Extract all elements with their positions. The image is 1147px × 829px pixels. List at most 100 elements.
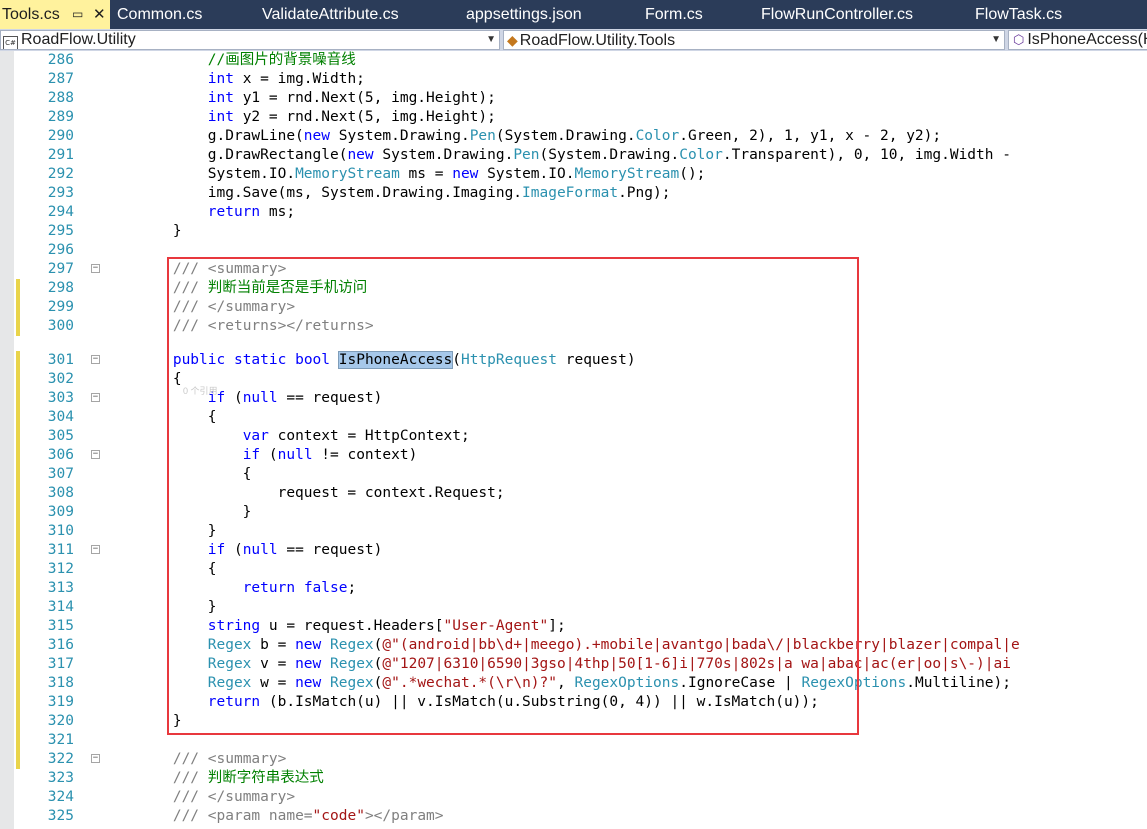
code-text[interactable]: }	[103, 222, 182, 241]
code-line[interactable]: 293 img.Save(ms, System.Drawing.Imaging.…	[0, 184, 1147, 203]
line-number: 325	[47, 808, 74, 824]
collapse-icon[interactable]: −	[91, 355, 100, 364]
csharp-project-icon: C#	[3, 36, 18, 49]
line-number: 309	[47, 504, 74, 520]
line-number: 308	[47, 485, 74, 501]
tab-label: FlowRunController.cs	[761, 6, 914, 23]
line-number: 322	[47, 751, 74, 767]
line-number: 314	[47, 599, 74, 615]
tab-appsettings-json[interactable]: appsettings.json	[466, 0, 582, 29]
line-number: 289	[47, 109, 74, 125]
line-number: 304	[47, 409, 74, 425]
code-text[interactable]: System.IO.MemoryStream ms = new System.I…	[103, 165, 706, 184]
document-tab-strip: Tools.cs ▭ ✕ Common.cs ValidateAttribute…	[0, 0, 1147, 29]
code-text[interactable]: //画图片的背景噪音线	[103, 51, 356, 70]
member-dropdown[interactable]: ⬡ IsPhoneAccess(H	[1008, 30, 1147, 50]
line-number: 319	[47, 694, 74, 710]
project-dropdown[interactable]: C# RoadFlow.Utility ▼	[0, 30, 500, 50]
line-number: 324	[47, 789, 74, 805]
code-line[interactable]: 290 g.DrawLine(new System.Drawing.Pen(Sy…	[0, 127, 1147, 146]
type-dropdown-label: RoadFlow.Utility.Tools	[519, 32, 676, 49]
code-line[interactable]: 288 int y1 = rnd.Next(5, img.Height);	[0, 89, 1147, 108]
tab-flowtask-cs[interactable]: FlowTask.cs	[975, 0, 1062, 29]
close-icon[interactable]: ✕	[93, 0, 106, 29]
collapse-icon[interactable]: −	[91, 545, 100, 554]
method-icon: ⬡	[1013, 32, 1025, 47]
code-line[interactable]: 291 g.DrawRectangle(new System.Drawing.P…	[0, 146, 1147, 165]
project-dropdown-label: RoadFlow.Utility	[21, 31, 136, 48]
line-number: 316	[47, 637, 74, 653]
type-dropdown[interactable]: ◆ RoadFlow.Utility.Tools ▼	[503, 30, 1005, 50]
line-number: 286	[47, 52, 74, 68]
code-text[interactable]: /// <param name="code"></param>	[103, 807, 444, 826]
line-number: 321	[47, 732, 74, 748]
line-number: 301	[47, 352, 74, 368]
line-number: 297	[47, 261, 74, 277]
collapse-icon[interactable]: −	[91, 450, 100, 459]
tab-tools-cs[interactable]: Tools.cs ▭ ✕	[0, 0, 110, 29]
line-number: 296	[47, 242, 74, 258]
collapse-icon[interactable]: −	[91, 393, 100, 402]
line-number: 292	[47, 166, 74, 182]
tab-validateattribute-cs[interactable]: ValidateAttribute.cs	[262, 0, 399, 29]
chevron-down-icon[interactable]: ▼	[991, 31, 1001, 49]
code-text[interactable]: return ms;	[103, 203, 295, 222]
line-number: 293	[47, 185, 74, 201]
tab-label: Common.cs	[117, 6, 203, 23]
line-number: 317	[47, 656, 74, 672]
code-text[interactable]: int y2 = rnd.Next(5, img.Height);	[103, 108, 496, 127]
code-text[interactable]: /// 判断字符串表达式	[103, 769, 324, 788]
code-line[interactable]: 292 System.IO.MemoryStream ms = new Syst…	[0, 165, 1147, 184]
highlight-annotation-box	[167, 257, 859, 735]
collapse-icon[interactable]: −	[91, 754, 100, 763]
line-number: 291	[47, 147, 74, 163]
line-number: 312	[47, 561, 74, 577]
code-line[interactable]: 295 }	[0, 222, 1147, 241]
line-number: 320	[47, 713, 74, 729]
code-line[interactable]: 322 − /// <summary>	[0, 750, 1147, 769]
line-number: 300	[47, 318, 74, 334]
collapse-icon[interactable]: −	[91, 264, 100, 273]
line-number: 302	[47, 371, 74, 387]
code-text[interactable]: /// </summary>	[103, 788, 295, 807]
line-number: 298	[47, 280, 74, 296]
line-number: 288	[47, 90, 74, 106]
line-number: 310	[47, 523, 74, 539]
tab-label: appsettings.json	[466, 6, 582, 23]
line-number: 323	[47, 770, 74, 786]
line-number: 299	[47, 299, 74, 315]
line-number: 307	[47, 466, 74, 482]
code-text[interactable]: g.DrawRectangle(new System.Drawing.Pen(S…	[103, 146, 1011, 165]
code-text[interactable]: int x = img.Width;	[103, 70, 365, 89]
code-text[interactable]: int y1 = rnd.Next(5, img.Height);	[103, 89, 496, 108]
code-line[interactable]: 323 /// 判断字符串表达式	[0, 769, 1147, 788]
tab-flowruncontroller-cs[interactable]: FlowRunController.cs	[761, 0, 913, 29]
tab-form-cs[interactable]: Form.cs	[645, 0, 703, 29]
navigation-bar: C# RoadFlow.Utility ▼ ◆ RoadFlow.Utility.T…	[0, 29, 1147, 51]
code-text[interactable]: img.Save(ms, System.Drawing.Imaging.Imag…	[103, 184, 671, 203]
line-number: 311	[47, 542, 74, 558]
line-number: 295	[47, 223, 74, 239]
code-line[interactable]: 324 /// </summary>	[0, 788, 1147, 807]
tab-overflow-area	[1115, 0, 1147, 29]
line-number: 290	[47, 128, 74, 144]
code-line[interactable]: 287 int x = img.Width;	[0, 70, 1147, 89]
tab-label: ValidateAttribute.cs	[262, 6, 399, 23]
tab-label: FlowTask.cs	[975, 6, 1063, 23]
line-number: 294	[47, 204, 74, 220]
code-line[interactable]: 294 return ms;	[0, 203, 1147, 222]
tab-label: Tools.cs	[2, 6, 60, 23]
code-text[interactable]: g.DrawLine(new System.Drawing.Pen(System…	[103, 127, 941, 146]
pin-icon[interactable]: ▭	[72, 0, 83, 29]
line-number: 303	[47, 390, 74, 406]
line-number: 287	[47, 71, 74, 87]
code-text[interactable]: /// <summary>	[103, 750, 287, 769]
line-number: 305	[47, 428, 74, 444]
tab-common-cs[interactable]: Common.cs	[117, 0, 202, 29]
line-number: 306	[47, 447, 74, 463]
code-line[interactable]: 286 //画图片的背景噪音线	[0, 51, 1147, 70]
code-line[interactable]: 289 int y2 = rnd.Next(5, img.Height);	[0, 108, 1147, 127]
chevron-down-icon[interactable]: ▼	[486, 31, 496, 49]
line-number: 313	[47, 580, 74, 596]
code-line[interactable]: 325 /// <param name="code"></param>	[0, 807, 1147, 826]
